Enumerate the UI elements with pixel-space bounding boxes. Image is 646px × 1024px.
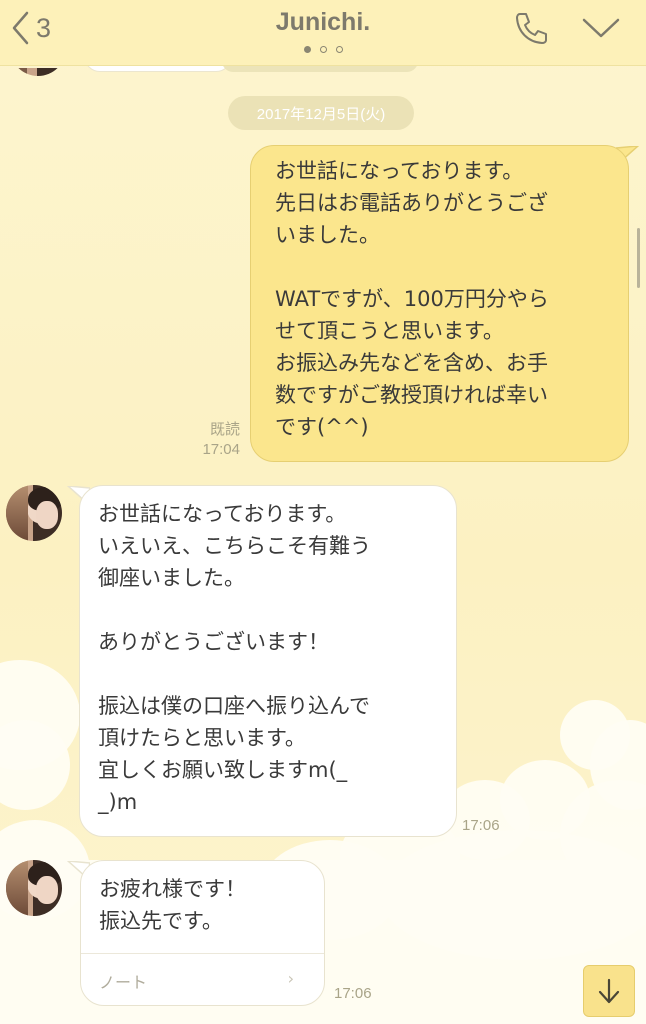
- phone-icon: [516, 13, 547, 44]
- page-dot: [303, 46, 311, 53]
- page-dot: [335, 46, 343, 53]
- note-message-text: お疲れ様です！ 振込先です。: [99, 877, 246, 933]
- date-separator: 2017年12月5日(火): [228, 96, 414, 130]
- call-button[interactable]: [510, 8, 550, 48]
- message-time: 17:06: [462, 817, 500, 834]
- page-dot: [319, 46, 327, 53]
- note-link[interactable]: ノート: [99, 969, 147, 993]
- note-attachment-card[interactable]: お疲れ様です！ 振込先です。 ノート ›: [80, 860, 325, 1006]
- arrow-down-icon: [598, 978, 620, 1004]
- menu-toggle-button[interactable]: [580, 12, 622, 42]
- message-time: 17:06: [334, 985, 372, 1002]
- message-time: 17:04: [202, 441, 240, 458]
- chevron-right-icon: ›: [287, 969, 294, 988]
- read-receipt: 既読: [209, 421, 240, 438]
- avatar[interactable]: [6, 860, 62, 916]
- avatar[interactable]: [6, 485, 62, 541]
- scrollbar[interactable]: [637, 228, 640, 288]
- divider: [81, 953, 324, 954]
- sent-message-bubble[interactable]: お世話になっております。 先日はお電話ありがとうござ いました。 WATですが、…: [250, 145, 629, 462]
- chevron-down-icon: [582, 18, 620, 38]
- chat-header: 3 Junichi.: [0, 0, 646, 66]
- scroll-to-bottom-button[interactable]: [583, 965, 635, 1017]
- received-message-bubble[interactable]: お世話になっております。 いえいえ、こちらこそ有難う 御座いました。 ありがとう…: [79, 485, 457, 837]
